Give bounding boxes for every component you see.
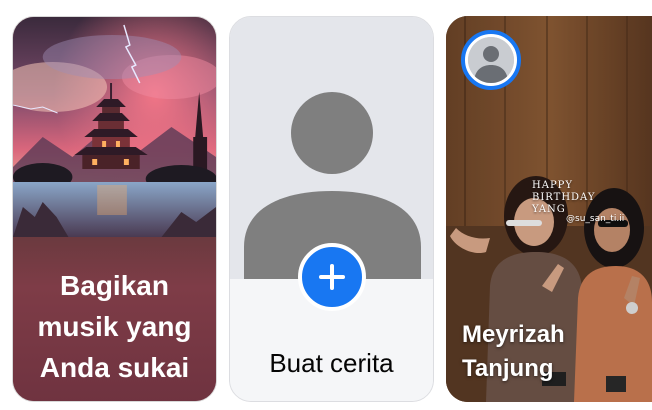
stories-row: Bagikan musik yang Anda sukai Buat cerit… [0,0,652,410]
share-music-label-line3: Anda sukai [39,352,190,383]
story-overlay-tag: @su_san_ti.ii [566,214,625,224]
avatar-silhouette [468,37,514,83]
share-music-label: Bagikan musik yang Anda sukai [21,265,208,388]
friend-name-line1: Meyrizah [462,321,565,348]
default-avatar-icon [468,37,514,83]
friend-story-card[interactable]: HAPPY BIRTHDAY YANG @su_san_ti.ii Meyriz… [446,16,652,402]
music-artwork-image [13,17,216,237]
friend-name-line2: Tanjung [462,355,554,382]
friend-avatar[interactable] [461,30,521,90]
profile-placeholder-area [230,17,433,279]
create-story-label: Buat cerita [269,348,394,378]
plus-icon [319,264,345,290]
story-overlay-line3: YANG [532,204,566,215]
story-overlay-line1: HAPPY [532,180,574,191]
add-story-button[interactable] [298,243,366,311]
share-music-label-line1: Bagikan [60,270,169,301]
share-music-label-line2: musik yang [37,311,192,342]
default-avatar-icon [244,92,421,279]
create-story-card[interactable]: Buat cerita [229,16,434,402]
friend-name: Meyrizah Tanjung [462,318,565,386]
share-music-story-card[interactable]: Bagikan musik yang Anda sukai [12,16,217,402]
story-overlay-line2: BIRTHDAY [532,192,596,203]
